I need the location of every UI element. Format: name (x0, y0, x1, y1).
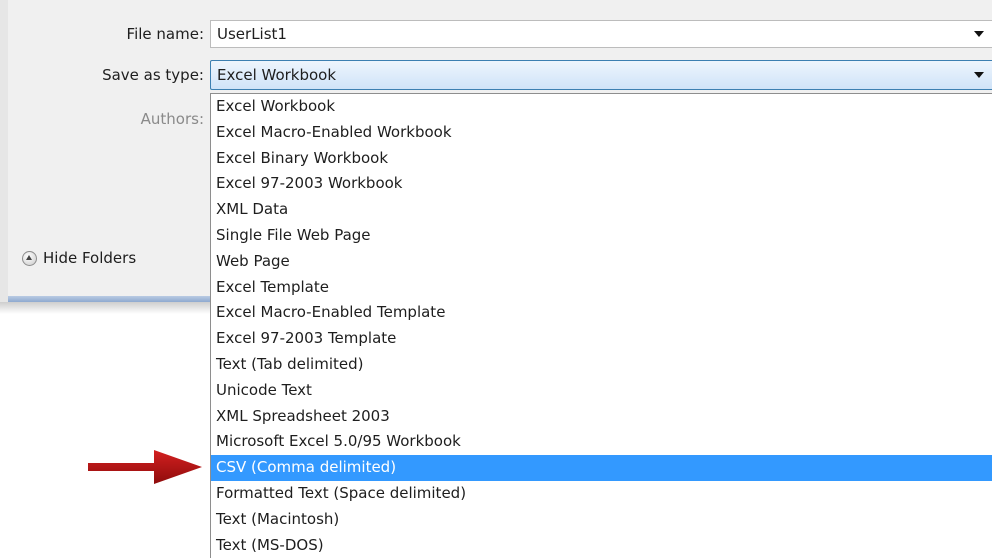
collapse-up-icon (22, 250, 37, 266)
file-type-option[interactable]: XML Data (211, 197, 992, 223)
file-type-option[interactable]: Excel Workbook (211, 94, 992, 120)
file-type-option[interactable]: Unicode Text (211, 378, 992, 404)
hide-folders-label: Hide Folders (43, 249, 137, 267)
file-type-option[interactable]: Text (MS-DOS) (211, 533, 992, 558)
screenshot: File name: UserList1 Save as type: Excel… (0, 0, 992, 558)
file-type-option[interactable]: XML Spreadsheet 2003 (211, 404, 992, 430)
chevron-down-icon[interactable] (974, 31, 984, 37)
dialog-left-edge (0, 0, 8, 302)
file-name-input[interactable]: UserList1 (210, 20, 992, 48)
file-type-option[interactable]: Text (Macintosh) (211, 507, 992, 533)
red-arrow-icon (88, 450, 202, 484)
file-type-option[interactable]: Excel Macro-Enabled Workbook (211, 120, 992, 146)
file-type-option[interactable]: Web Page (211, 249, 992, 275)
file-type-option[interactable]: Excel Binary Workbook (211, 146, 992, 172)
file-type-option[interactable]: Formatted Text (Space delimited) (211, 481, 992, 507)
file-type-option[interactable]: Text (Tab delimited) (211, 352, 992, 378)
authors-label: Authors: (140, 110, 204, 128)
file-type-dropdown-list: Excel Workbook Excel Macro-Enabled Workbo… (210, 93, 992, 558)
file-type-option[interactable]: Excel Macro-Enabled Template (211, 300, 992, 326)
chevron-down-icon[interactable] (974, 72, 984, 78)
file-type-option[interactable]: Excel 97-2003 Workbook (211, 171, 992, 197)
file-type-option[interactable]: Single File Web Page (211, 223, 992, 249)
hide-folders-button[interactable]: Hide Folders (22, 246, 136, 270)
file-type-option[interactable]: Excel Template (211, 275, 992, 301)
save-as-type-select[interactable]: Excel Workbook (210, 60, 992, 90)
file-type-option[interactable]: Microsoft Excel 5.0/95 Workbook (211, 429, 992, 455)
file-name-label: File name: (126, 25, 204, 43)
save-as-type-label: Save as type: (102, 66, 204, 84)
file-type-option[interactable]: Excel 97-2003 Template (211, 326, 992, 352)
file-name-value: UserList1 (217, 25, 287, 43)
file-type-option[interactable]: CSV (Comma delimited) (211, 455, 992, 481)
save-as-type-value: Excel Workbook (217, 66, 337, 84)
